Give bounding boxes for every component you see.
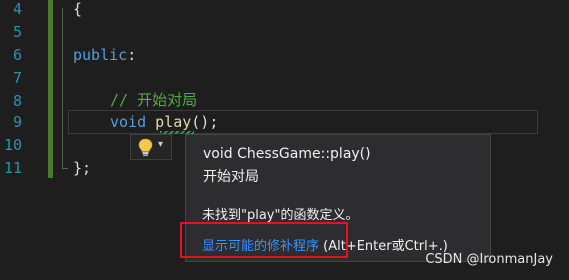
quick-actions-button[interactable]: ▾ (130, 134, 172, 160)
line-number: 6 (12, 46, 22, 64)
code-line-11[interactable]: }; (73, 157, 91, 180)
scope-guide-end (62, 168, 68, 169)
line-number: 11 (3, 159, 22, 177)
line-number: 5 (12, 23, 22, 41)
line-number: 8 (12, 92, 22, 110)
lightbulb-icon (138, 138, 153, 157)
annotation-highlight-box (180, 222, 348, 258)
code-line-4[interactable]: { (73, 0, 82, 21)
error-message: 未找到"play"的函数定义。 (202, 208, 359, 223)
keyword-void: void (110, 113, 147, 131)
line-number: 4 (12, 0, 22, 18)
function-doc-comment: 开始对局 (203, 169, 259, 185)
colon: : (127, 46, 137, 64)
code-line-6[interactable]: public: (73, 44, 136, 67)
parens-semicolon: (); (191, 113, 219, 131)
line-number: 9 (12, 113, 22, 131)
change-tracking-bar (48, 0, 53, 178)
code-line-8-comment[interactable]: // 开始对局 (110, 89, 197, 112)
watermark: CSDN @IronmanJay (425, 252, 553, 267)
function-name-play[interactable]: play (155, 113, 191, 131)
scope-guide-line (62, 8, 63, 168)
line-number: 7 (12, 69, 22, 87)
chevron-down-icon[interactable]: ▾ (158, 139, 163, 150)
function-signature: void ChessGame::play() (203, 146, 371, 162)
line-number: 10 (3, 136, 22, 154)
keyword-public: public (73, 46, 128, 64)
